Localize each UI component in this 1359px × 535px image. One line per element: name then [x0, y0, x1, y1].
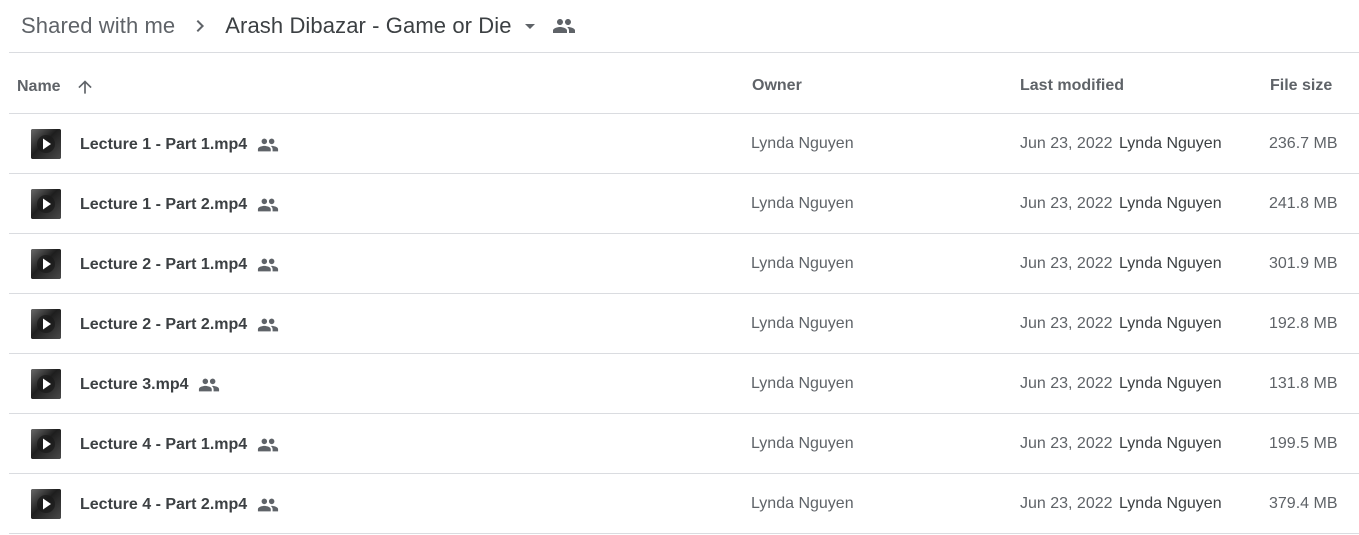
column-header-owner[interactable]: Owner: [752, 77, 802, 95]
column-header-name-label: Name: [17, 78, 61, 95]
modified-by: Lynda Nguyen: [1119, 435, 1222, 452]
file-name-label: Lecture 1 - Part 1.mp4: [80, 136, 248, 153]
column-header-owner-label: Owner: [752, 77, 802, 94]
file-name-label: Lecture 1 - Part 2.mp4: [80, 196, 248, 213]
owner-name: Lynda Nguyen: [751, 495, 854, 512]
modified-by: Lynda Nguyen: [1119, 195, 1222, 212]
video-thumbnail-icon: [31, 189, 61, 219]
table-header: Name Owner Last modified File size: [9, 53, 1359, 114]
table-row[interactable]: Lecture 3.mp4 Lynda Nguyen Jun 23, 2022 …: [9, 354, 1359, 414]
file-name[interactable]: Lecture 2 - Part 2.mp4: [80, 314, 279, 336]
modified-date: Jun 23, 2022: [1020, 255, 1113, 272]
file-size: 236.7 MB: [1269, 135, 1338, 152]
people-icon: [257, 254, 279, 276]
file-list: Name Owner Last modified File size Lectu…: [9, 53, 1359, 534]
chevron-right-icon: [175, 14, 225, 38]
modified-by: Lynda Nguyen: [1119, 375, 1222, 392]
modified-date: Jun 23, 2022: [1020, 195, 1113, 212]
breadcrumb-shared-with-me[interactable]: Shared with me: [21, 13, 175, 39]
column-header-file-size[interactable]: File size: [1270, 77, 1332, 95]
column-header-last-modified[interactable]: Last modified: [1020, 77, 1124, 95]
file-name[interactable]: Lecture 1 - Part 1.mp4: [80, 134, 279, 156]
table-row[interactable]: Lecture 1 - Part 2.mp4 Lynda Nguyen Jun …: [9, 174, 1359, 234]
video-thumbnail-icon: [31, 129, 61, 159]
modified-date: Jun 23, 2022: [1020, 435, 1113, 452]
modified-date: Jun 23, 2022: [1020, 495, 1113, 512]
modified-date: Jun 23, 2022: [1020, 135, 1113, 152]
file-name-label: Lecture 4 - Part 1.mp4: [80, 436, 248, 453]
video-thumbnail-icon: [31, 309, 61, 339]
owner-name: Lynda Nguyen: [751, 375, 854, 392]
people-icon: [257, 314, 279, 336]
file-size: 379.4 MB: [1269, 495, 1338, 512]
modified-by: Lynda Nguyen: [1119, 315, 1222, 332]
file-name-label: Lecture 3.mp4: [80, 376, 189, 393]
owner-name: Lynda Nguyen: [751, 315, 854, 332]
column-header-name[interactable]: Name: [17, 77, 95, 97]
video-thumbnail-icon: [31, 369, 61, 399]
file-size: 241.8 MB: [1269, 195, 1338, 212]
modified-date: Jun 23, 2022: [1020, 375, 1113, 392]
table-row[interactable]: Lecture 2 - Part 2.mp4 Lynda Nguyen Jun …: [9, 294, 1359, 354]
table-row[interactable]: Lecture 4 - Part 2.mp4 Lynda Nguyen Jun …: [9, 474, 1359, 534]
people-icon[interactable]: [552, 14, 576, 38]
file-name[interactable]: Lecture 4 - Part 1.mp4: [80, 434, 279, 456]
people-icon: [257, 134, 279, 156]
file-size: 301.9 MB: [1269, 255, 1338, 272]
breadcrumb: Shared with me Arash Dibazar - Game or D…: [0, 0, 1359, 52]
video-thumbnail-icon: [31, 429, 61, 459]
modified-by: Lynda Nguyen: [1119, 495, 1222, 512]
people-icon: [198, 374, 220, 396]
file-size: 192.8 MB: [1269, 315, 1338, 332]
video-thumbnail-icon: [31, 489, 61, 519]
video-thumbnail-icon: [31, 249, 61, 279]
modified-date: Jun 23, 2022: [1020, 315, 1113, 332]
table-row[interactable]: Lecture 1 - Part 1.mp4 Lynda Nguyen Jun …: [9, 114, 1359, 174]
modified-by: Lynda Nguyen: [1119, 255, 1222, 272]
file-name[interactable]: Lecture 4 - Part 2.mp4: [80, 494, 279, 516]
people-icon: [257, 494, 279, 516]
file-size: 131.8 MB: [1269, 375, 1338, 392]
column-header-last-modified-label: Last modified: [1020, 77, 1125, 94]
owner-name: Lynda Nguyen: [751, 135, 854, 152]
file-name-label: Lecture 4 - Part 2.mp4: [80, 496, 248, 513]
file-name[interactable]: Lecture 1 - Part 2.mp4: [80, 194, 279, 216]
table-row[interactable]: Lecture 2 - Part 1.mp4 Lynda Nguyen Jun …: [9, 234, 1359, 294]
file-size: 199.5 MB: [1269, 435, 1338, 452]
file-name-label: Lecture 2 - Part 2.mp4: [80, 316, 248, 333]
file-name[interactable]: Lecture 3.mp4: [80, 374, 220, 396]
people-icon: [257, 434, 279, 456]
column-header-file-size-label: File size: [1270, 77, 1333, 94]
owner-name: Lynda Nguyen: [751, 195, 854, 212]
owner-name: Lynda Nguyen: [751, 255, 854, 272]
owner-name: Lynda Nguyen: [751, 435, 854, 452]
file-name-label: Lecture 2 - Part 1.mp4: [80, 256, 248, 273]
arrow-drop-down-icon[interactable]: [512, 14, 548, 38]
breadcrumb-current-folder[interactable]: Arash Dibazar - Game or Die: [225, 13, 511, 39]
file-name[interactable]: Lecture 2 - Part 1.mp4: [80, 254, 279, 276]
arrow-up-icon[interactable]: [75, 77, 95, 97]
table-body: Lecture 1 - Part 1.mp4 Lynda Nguyen Jun …: [9, 114, 1359, 534]
people-icon: [257, 194, 279, 216]
modified-by: Lynda Nguyen: [1119, 135, 1222, 152]
table-row[interactable]: Lecture 4 - Part 1.mp4 Lynda Nguyen Jun …: [9, 414, 1359, 474]
